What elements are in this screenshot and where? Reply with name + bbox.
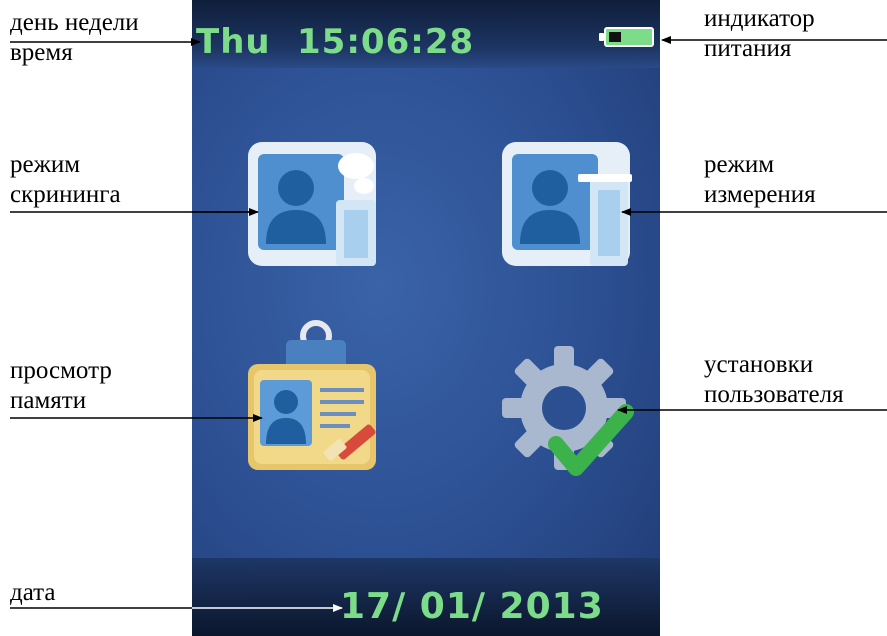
callout-arrows bbox=[10, 36, 887, 612]
